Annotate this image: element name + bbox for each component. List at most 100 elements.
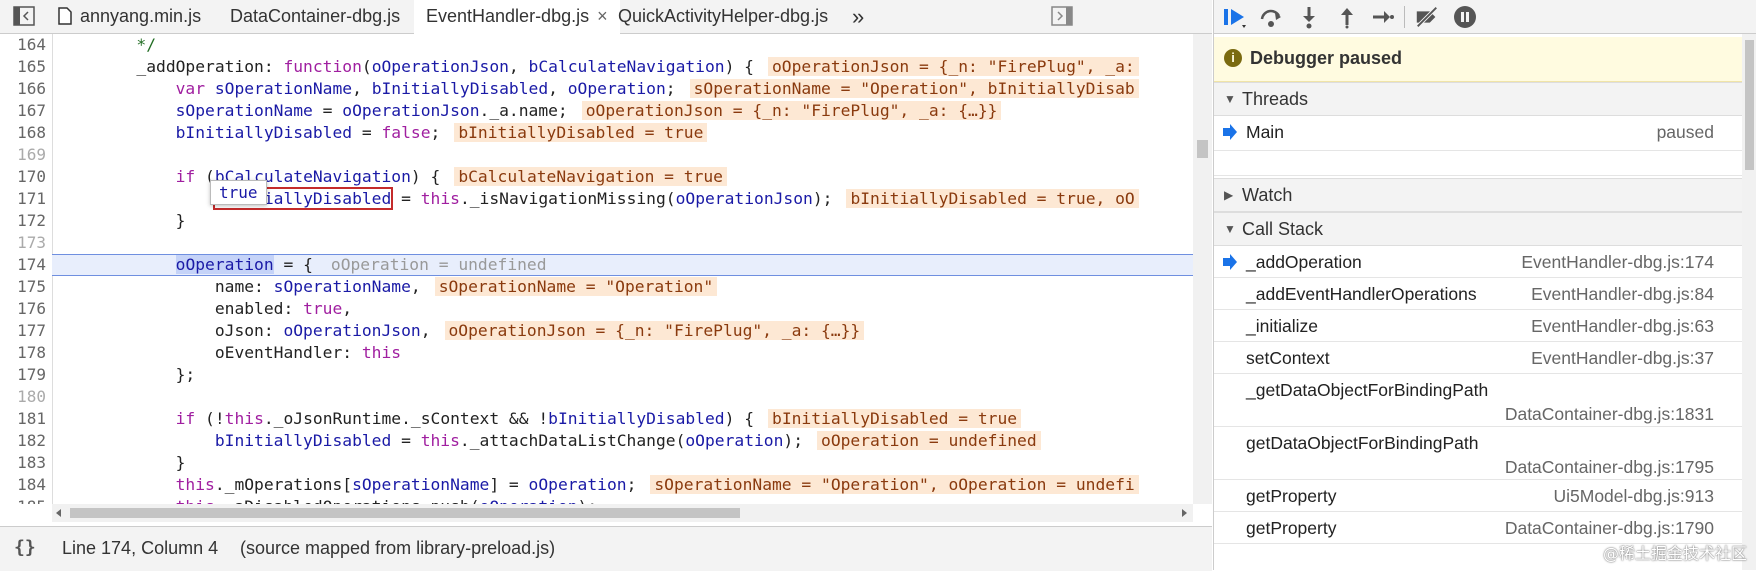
panel-left-icon[interactable]: [12, 4, 36, 28]
scroll-thumb[interactable]: [1197, 140, 1208, 158]
line-number[interactable]: 173: [0, 232, 46, 254]
scroll-left-icon[interactable]: [54, 508, 62, 518]
line-number[interactable]: 170: [0, 166, 46, 188]
code-line[interactable]: oJson: oOperationJson, oOperationJson = {…: [58, 320, 865, 342]
line-number[interactable]: 182: [0, 430, 46, 452]
line-number[interactable]: 168: [0, 122, 46, 144]
code-token: this: [224, 409, 264, 428]
deactivate-breakpoints-icon[interactable]: [1414, 4, 1440, 30]
line-number[interactable]: 164: [0, 34, 46, 56]
line-number[interactable]: 166: [0, 78, 46, 100]
scroll-thumb[interactable]: [1745, 40, 1754, 170]
code-line[interactable]: };: [58, 364, 196, 386]
step-into-icon[interactable]: [1296, 4, 1322, 30]
frame-function-name: _addEventHandlerOperations: [1246, 284, 1477, 304]
code-line[interactable]: enabled: true,: [58, 298, 352, 320]
inline-variable-value: bCalculateNavigation = true: [454, 167, 727, 186]
panel-right-icon[interactable]: [1050, 4, 1074, 28]
line-number[interactable]: 181: [0, 408, 46, 430]
line-number[interactable]: 178: [0, 342, 46, 364]
line-number[interactable]: 176: [0, 298, 46, 320]
code-token: ,: [508, 57, 529, 76]
code-line[interactable]: _addOperation: function(oOperationJson, …: [58, 56, 1139, 78]
line-number[interactable]: 172: [0, 210, 46, 232]
call-frame[interactable]: _addOperation EventHandler-dbg.js:174: [1214, 246, 1742, 278]
code-line[interactable]: sOperationName = oOperationJson._a.name;…: [58, 100, 1002, 122]
line-number[interactable]: 167: [0, 100, 46, 122]
callstack-section-header[interactable]: ▼ Call Stack: [1214, 212, 1742, 246]
tab-datacontainer[interactable]: DataContainer-dbg.js: [230, 0, 400, 33]
line-number[interactable]: 171: [0, 188, 46, 210]
code-line[interactable]: name: sOperationName, sOperationName = "O…: [58, 276, 718, 298]
editor-vertical-scrollbar[interactable]: [1193, 34, 1212, 504]
scroll-right-icon[interactable]: [1181, 508, 1189, 518]
call-frame[interactable]: getProperty Ui5Model-dbg.js:913: [1214, 480, 1742, 512]
code-line[interactable]: this._aDisabledOperations.push(oOperatio…: [58, 496, 598, 504]
code-token: bInitiallyDisabled: [58, 431, 392, 450]
code-token: oOperation: [480, 497, 578, 504]
code-line[interactable]: if (bCalculateNavigation) {bCalculateNav…: [58, 166, 727, 188]
code-token: if: [58, 167, 206, 186]
inline-variable-value: sOperationName = "Operation": [434, 277, 718, 296]
code-token: sOperationName: [214, 79, 353, 98]
code-line[interactable]: bInitiallyDisabled = false; bInitiallyDis…: [58, 122, 708, 144]
chevron-down-icon: ▼: [1224, 222, 1236, 236]
call-frame[interactable]: getDataObjectForBindingPath DataContainer…: [1214, 427, 1742, 480]
pretty-print-button[interactable]: {}: [14, 537, 36, 558]
code-token: oOperationJson: [342, 101, 480, 120]
tab-eventhandler[interactable]: EventHandler-dbg.js ×: [414, 0, 620, 34]
tab-quickactivityhelper[interactable]: QuickActivityHelper-dbg.js: [618, 0, 828, 33]
code-token: oOperation: [567, 79, 666, 98]
threads-section-header[interactable]: ▼ Threads: [1214, 82, 1742, 116]
line-number[interactable]: 174: [0, 254, 46, 276]
code-line[interactable]: }: [58, 452, 186, 474]
step-out-icon[interactable]: [1334, 4, 1360, 30]
code-line[interactable]: oEventHandler: this: [58, 342, 401, 364]
line-number-gutter[interactable]: 164 165 166 167 168 169 170 171 172 173 174 175 176 1…: [0, 34, 53, 504]
value-tooltip: true: [210, 180, 267, 205]
line-number[interactable]: 169: [0, 144, 46, 166]
line-number[interactable]: 179: [0, 364, 46, 386]
execution-line[interactable]: oOperation = {oOperation = undefined: [52, 254, 1193, 276]
code-area[interactable]: 164 165 166 167 168 169 170 171 172 173 174 175 176 1…: [0, 34, 1193, 504]
thread-row-main[interactable]: Main paused: [1214, 116, 1742, 151]
code-line[interactable]: this._mOperations[sOperationName] = oOpe…: [58, 474, 1139, 496]
step-over-icon[interactable]: [1258, 4, 1284, 30]
call-frame[interactable]: _addEventHandlerOperations EventHandler-d…: [1214, 278, 1742, 310]
code-line[interactable]: if (!this._oJsonRuntime._sContext && !bI…: [58, 408, 1022, 430]
resume-icon[interactable]: [1222, 4, 1248, 30]
line-number[interactable]: 180: [0, 386, 46, 408]
tab-overflow-icon[interactable]: »: [852, 0, 864, 33]
sidebar-scrollbar[interactable]: [1742, 34, 1756, 570]
watch-section-header[interactable]: ▶ Watch: [1214, 178, 1742, 212]
code-line[interactable]: */: [58, 34, 156, 56]
call-frame[interactable]: _initialize EventHandler-dbg.js:63: [1214, 310, 1742, 342]
line-number[interactable]: 184: [0, 474, 46, 496]
close-icon[interactable]: ×: [597, 6, 608, 26]
code-line[interactable]: var sOperationName, bInitiallyDisabled, …: [58, 78, 1139, 100]
pause-on-exceptions-icon[interactable]: [1452, 4, 1478, 30]
scroll-thumb[interactable]: [70, 508, 740, 518]
editor-horizontal-scrollbar[interactable]: [52, 504, 1193, 522]
inline-variable-value: oOperationJson = {_n: "FirePlug", _a: {……: [444, 321, 865, 340]
line-number[interactable]: 183: [0, 452, 46, 474]
section-label: Threads: [1242, 89, 1309, 109]
line-number[interactable]: 175: [0, 276, 46, 298]
file-icon: [58, 3, 72, 36]
call-frame[interactable]: setContext EventHandler-dbg.js:37: [1214, 342, 1742, 374]
tab-annyang[interactable]: annyang.min.js: [58, 0, 201, 33]
code-line[interactable]: }: [58, 210, 186, 232]
line-number[interactable]: 185: [0, 496, 46, 504]
code-token: true: [303, 299, 343, 318]
line-number[interactable]: 177: [0, 320, 46, 342]
code-token: = {: [273, 255, 313, 274]
call-frame[interactable]: _getDataObjectForBindingPath DataContaine…: [1214, 374, 1742, 427]
debugger-paused-banner: i Debugger paused: [1214, 37, 1742, 82]
toolbar-divider: [1404, 6, 1405, 28]
step-icon[interactable]: [1370, 4, 1396, 30]
line-number[interactable]: 165: [0, 56, 46, 78]
code-line[interactable]: bInitiallyDisabled = this._attachDataLis…: [58, 430, 1041, 452]
code-token: oOperationJson: [283, 321, 421, 340]
source-map-info[interactable]: (source mapped from library-preload.js): [240, 538, 555, 559]
